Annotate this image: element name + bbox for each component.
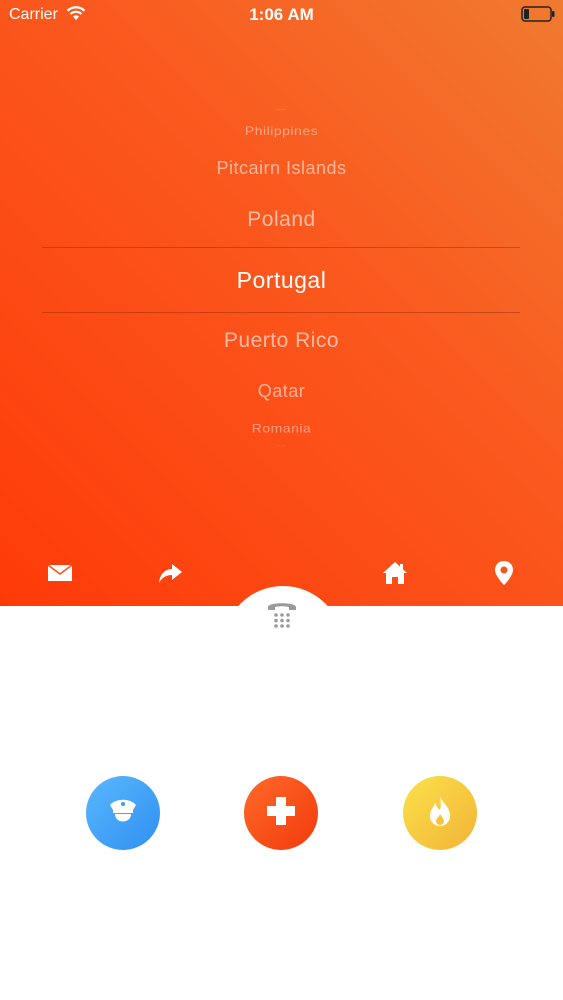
battery-icon: [521, 6, 555, 22]
fire-button[interactable]: [403, 776, 477, 850]
picker-item[interactable]: Pitcairn Islands: [0, 158, 563, 179]
picker-item[interactable]: Poland: [0, 208, 563, 232]
picker-item[interactable]: Qatar: [0, 381, 563, 402]
fire-icon: [425, 794, 455, 833]
picker-item[interactable]: Puerto Rico: [0, 329, 563, 353]
country-picker-panel: Carrier 1:06 AM — Philippines Pitcairn I…: [0, 0, 563, 606]
picker-item-faint-top: —: [276, 106, 287, 113]
picker-item[interactable]: Philippines: [0, 124, 563, 138]
clock: 1:06 AM: [249, 5, 314, 24]
selection-divider-top: [42, 247, 520, 248]
medical-cross-icon: [265, 795, 297, 832]
telephone-dialpad-icon[interactable]: [265, 598, 299, 632]
picker-item[interactable]: Romania: [0, 421, 563, 435]
police-button[interactable]: [86, 776, 160, 850]
picker-item-selected[interactable]: Portugal: [0, 267, 563, 294]
selection-divider-bottom: [42, 312, 520, 313]
police-officer-icon: [106, 794, 140, 833]
status-bar: Carrier 1:06 AM: [0, 0, 563, 30]
location-pin-icon[interactable]: [489, 558, 519, 588]
home-icon[interactable]: [380, 558, 410, 588]
picker-item-faint-bottom: —: [276, 442, 287, 449]
mail-icon[interactable]: [45, 558, 75, 588]
share-icon[interactable]: [155, 558, 185, 588]
medical-button[interactable]: [244, 776, 318, 850]
